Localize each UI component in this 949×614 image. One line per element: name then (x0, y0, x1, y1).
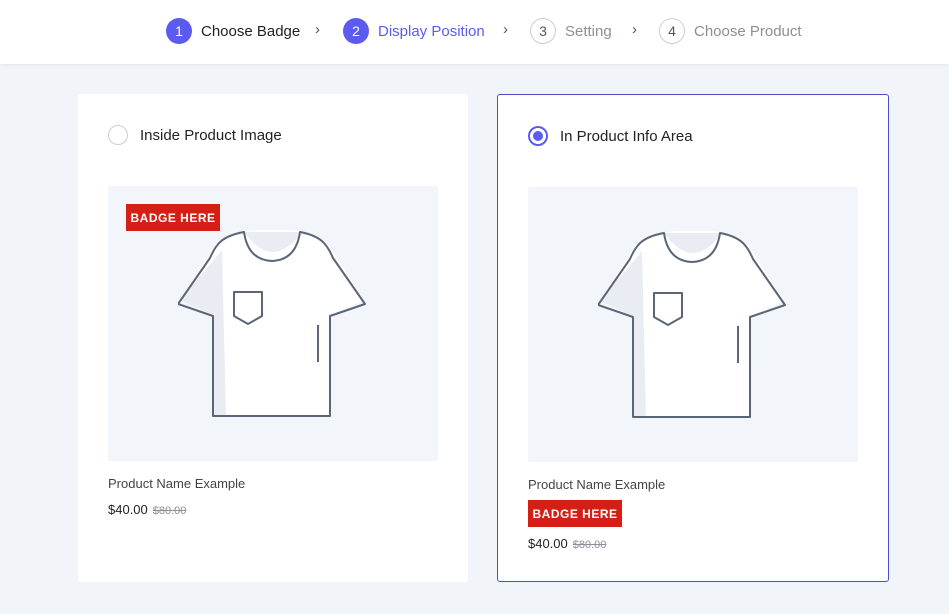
step-number: 2 (343, 18, 369, 44)
radio-inside-image[interactable] (108, 125, 128, 145)
badge-preview: BADGE HERE (126, 204, 220, 231)
step-choose-product[interactable]: 4 Choose Product (659, 18, 802, 44)
product-name: Product Name Example (528, 477, 666, 492)
step-number: 1 (166, 18, 192, 44)
badge-preview: BADGE HERE (528, 500, 622, 527)
old-price: $80.00 (572, 539, 607, 551)
chevron-right-icon: › (632, 21, 637, 38)
chevron-right-icon: › (503, 21, 508, 38)
product-name: Product Name Example (108, 476, 246, 491)
current-price: $40.00 (528, 536, 568, 551)
step-label: Display Position (378, 22, 485, 40)
option-card-info-area[interactable]: In Product Info Area Product Name Exampl… (497, 94, 889, 582)
step-number: 4 (659, 18, 685, 44)
tshirt-icon (598, 231, 786, 418)
step-label: Choose Product (694, 22, 802, 40)
step-display-position[interactable]: 2 Display Position (343, 18, 485, 44)
radio-info-area[interactable] (528, 126, 548, 146)
option-label: In Product Info Area (560, 128, 693, 145)
step-label: Choose Badge (201, 22, 301, 40)
product-price: $40.00 $80.00 (108, 502, 186, 517)
product-price: $40.00 $80.00 (528, 536, 606, 551)
tshirt-icon (178, 230, 366, 417)
step-choose-badge[interactable]: 1 Choose Badge (166, 18, 300, 44)
product-image-preview: BADGE HERE (108, 186, 438, 461)
step-label: Setting (565, 22, 612, 40)
current-price: $40.00 (108, 502, 148, 517)
step-navigation: 1 Choose Badge › 2 Display Position › 3 … (0, 0, 949, 64)
chevron-right-icon: › (315, 21, 320, 38)
product-image-preview (528, 187, 858, 462)
old-price: $80.00 (152, 505, 187, 517)
option-label: Inside Product Image (140, 127, 282, 144)
step-number: 3 (530, 18, 556, 44)
step-setting[interactable]: 3 Setting (530, 18, 612, 44)
option-card-inside-image[interactable]: Inside Product Image BADGE HERE Product … (78, 94, 468, 582)
